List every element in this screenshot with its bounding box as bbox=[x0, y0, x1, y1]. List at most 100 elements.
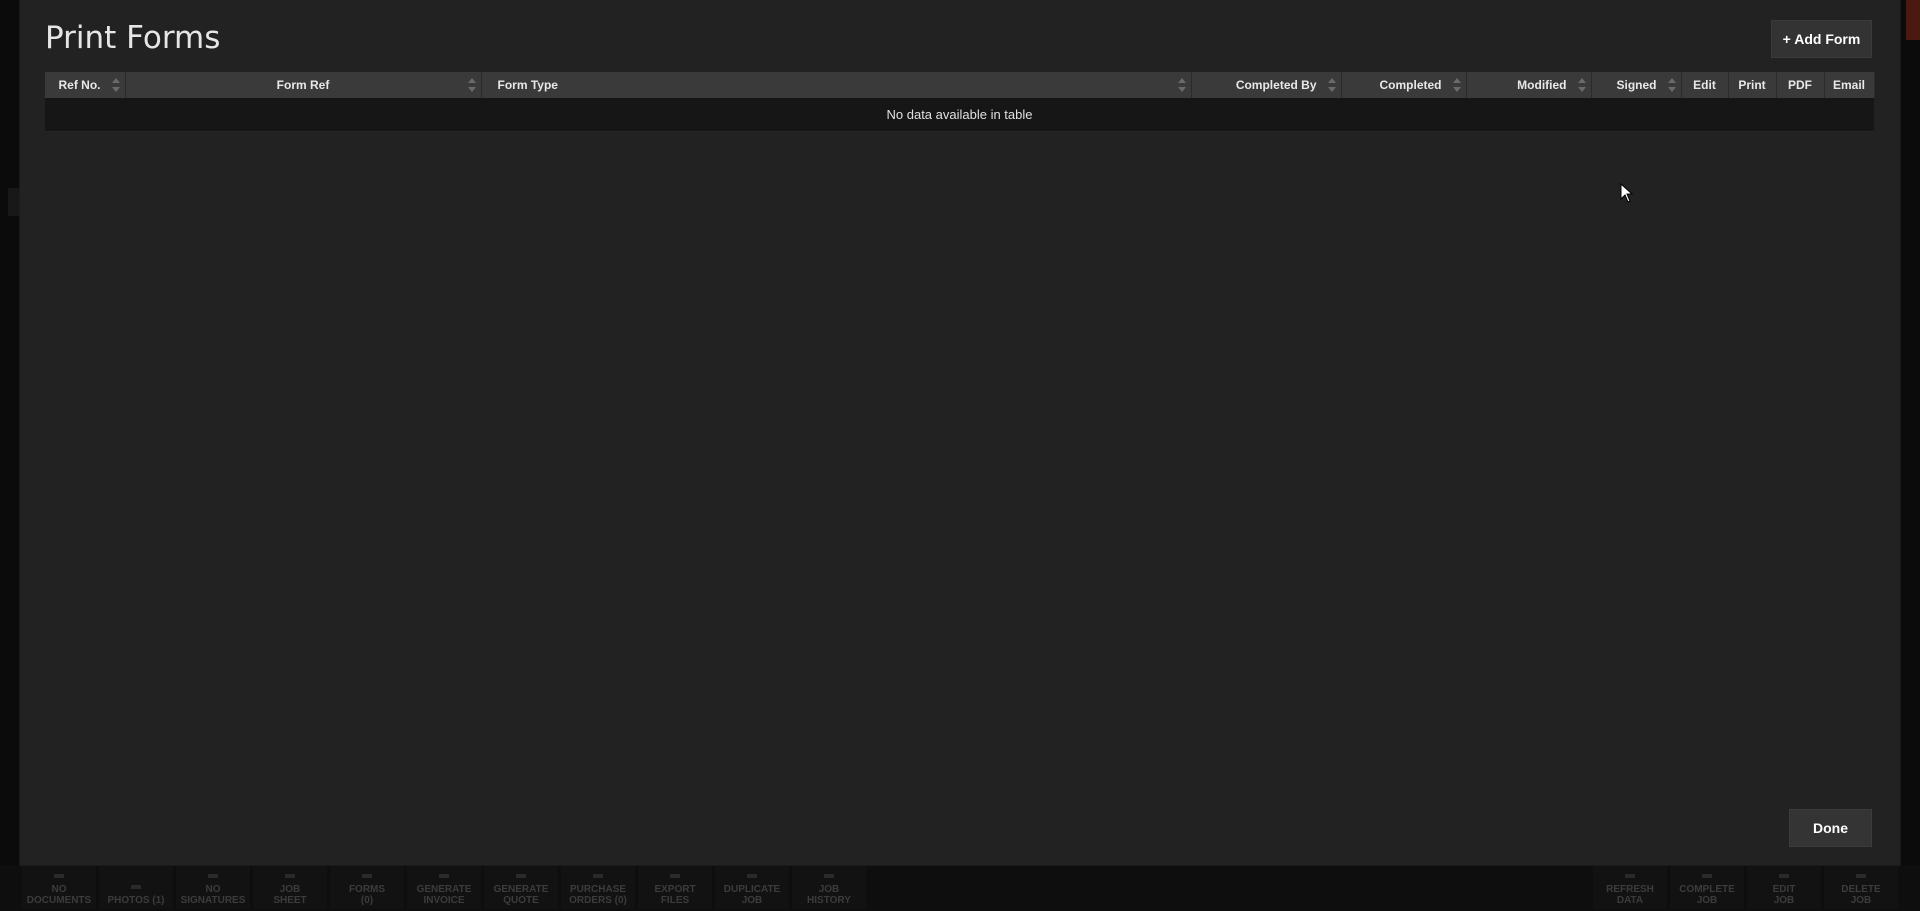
toolbar-icon bbox=[1625, 874, 1635, 878]
col-header-signed[interactable]: Signed bbox=[1591, 72, 1682, 98]
bottom-toolbar-button[interactable]: NO SIGNATURES bbox=[176, 865, 250, 909]
toolbar-icon bbox=[593, 874, 603, 878]
toolbar-label-line1: EDIT bbox=[1772, 884, 1796, 895]
toolbar-label-line2: JOB bbox=[1850, 895, 1872, 906]
mouse-cursor-icon bbox=[1620, 183, 1634, 203]
toolbar-label-line1: DUPLICATE bbox=[723, 884, 781, 895]
toolbar-label-line2: DOCUMENTS bbox=[26, 895, 92, 906]
toolbar-label-line2: QUOTE bbox=[503, 895, 539, 906]
bottom-toolbar-button[interactable]: JOB SHEET bbox=[253, 865, 327, 909]
bottom-toolbar-button[interactable]: PHOTOS (1) bbox=[99, 865, 173, 909]
toolbar-icon bbox=[285, 874, 295, 878]
forms-table: Ref No. Form Ref Form Type Completed By … bbox=[45, 72, 1875, 132]
add-form-button[interactable]: + Add Form bbox=[1771, 20, 1872, 58]
toolbar-icon bbox=[1779, 874, 1789, 878]
col-header-label: Ref No. bbox=[58, 78, 101, 92]
sort-icon bbox=[1452, 78, 1461, 92]
empty-table-message: No data available in table bbox=[45, 98, 1874, 132]
table-header: Ref No. Form Ref Form Type Completed By … bbox=[45, 72, 1875, 98]
toolbar-icon bbox=[439, 874, 449, 878]
col-header-label: PDF bbox=[1788, 78, 1812, 92]
sort-icon bbox=[1327, 78, 1336, 92]
col-header-label: Form Ref bbox=[276, 78, 330, 92]
toolbar-label-line1: EXPORT bbox=[654, 884, 696, 895]
bottom-toolbar-button[interactable]: JOB HISTORY bbox=[792, 865, 866, 909]
toolbar-label-line2: JOB bbox=[1773, 895, 1795, 906]
header-row: Ref No. Form Ref Form Type Completed By … bbox=[45, 72, 1875, 98]
sort-icon bbox=[1177, 78, 1186, 92]
col-header-label: Signed bbox=[1616, 78, 1657, 92]
bottom-toolbar-button[interactable]: GENERATE QUOTE bbox=[484, 865, 558, 909]
bottom-toolbar-button[interactable]: NO DOCUMENTS bbox=[22, 865, 96, 909]
toolbar-label-line2: ORDERS (0) bbox=[569, 895, 627, 906]
col-header-pdf: PDF bbox=[1776, 72, 1825, 98]
bottom-toolbar-button[interactable]: EDIT JOB bbox=[1747, 865, 1821, 909]
toolbar-label-line1: NO bbox=[51, 884, 67, 895]
toolbar-label-line2: JOB bbox=[741, 895, 763, 906]
bottom-toolbar-button[interactable]: REFRESH DATA bbox=[1593, 865, 1667, 909]
bottom-toolbar-button[interactable]: FORMS (0) bbox=[330, 865, 404, 909]
bottom-toolbar-button[interactable]: DUPLICATE JOB bbox=[715, 865, 789, 909]
toolbar-icon bbox=[747, 874, 757, 878]
toolbar-icon bbox=[362, 874, 372, 878]
toolbar-label-line1: DELETE bbox=[1841, 884, 1881, 895]
table-row-empty: No data available in table bbox=[45, 98, 1874, 132]
background-edge-accent bbox=[1906, 0, 1920, 40]
toolbar-label-line2: (0) bbox=[360, 895, 374, 906]
toolbar-icon bbox=[824, 874, 834, 878]
col-header-label: Form Type bbox=[497, 78, 558, 92]
toolbar-label-line1: FORMS bbox=[348, 884, 386, 895]
toolbar-label-line1: PHOTOS (1) bbox=[107, 895, 165, 906]
col-header-label: Email bbox=[1832, 78, 1865, 92]
toolbar-icon bbox=[208, 874, 218, 878]
done-button[interactable]: Done bbox=[1789, 809, 1872, 847]
col-header-label: Completed bbox=[1379, 78, 1442, 92]
sort-icon bbox=[1577, 78, 1586, 92]
toolbar-label-line2: JOB bbox=[1696, 895, 1718, 906]
toolbar-label-line2: INVOICE bbox=[423, 895, 465, 906]
toolbar-label-line1: NO bbox=[205, 884, 221, 895]
bottom-toolbar-button[interactable]: GENERATE INVOICE bbox=[407, 865, 481, 909]
toolbar-label-line2: HISTORY bbox=[807, 895, 851, 906]
col-header-label: Completed By bbox=[1235, 78, 1317, 92]
toolbar-label-line1: GENERATE bbox=[493, 884, 549, 895]
bottom-toolbar-button[interactable]: PURCHASE ORDERS (0) bbox=[561, 865, 635, 909]
toolbar-icon bbox=[1856, 874, 1866, 878]
col-header-modified[interactable]: Modified bbox=[1466, 72, 1592, 98]
toolbar-label-line1: PURCHASE bbox=[569, 884, 627, 895]
toolbar-icon bbox=[670, 874, 680, 878]
col-header-form-type[interactable]: Form Type bbox=[481, 72, 1192, 98]
bottom-toolbar-button[interactable]: DELETE JOB bbox=[1824, 865, 1898, 909]
table-body: No data available in table bbox=[45, 98, 1874, 132]
col-header-print: Print bbox=[1728, 72, 1777, 98]
col-header-completed[interactable]: Completed bbox=[1341, 72, 1467, 98]
toolbar-label-line2: FILES bbox=[660, 895, 690, 906]
col-header-label: Edit bbox=[1693, 78, 1716, 92]
bottom-toolbar-button[interactable]: EXPORT FILES bbox=[638, 865, 712, 909]
forms-table-wrapper: Ref No. Form Ref Form Type Completed By … bbox=[45, 72, 1875, 132]
toolbar-label-line1: GENERATE bbox=[416, 884, 472, 895]
bottom-toolbar-button[interactable]: COMPLETE JOB bbox=[1670, 865, 1744, 909]
sort-icon bbox=[467, 78, 476, 92]
print-forms-modal: Print Forms + Add Form Ref No. Form Ref bbox=[20, 0, 1900, 865]
col-header-completed-by[interactable]: Completed By bbox=[1191, 72, 1342, 98]
toolbar-label-line1: REFRESH bbox=[1606, 884, 1654, 895]
background-left-mark bbox=[8, 188, 20, 216]
col-header-ref-no[interactable]: Ref No. bbox=[45, 72, 126, 98]
col-header-label: Modified bbox=[1517, 78, 1567, 92]
toolbar-label-line2: SHEET bbox=[273, 895, 307, 906]
toolbar-icon bbox=[131, 885, 141, 889]
toolbar-icon bbox=[516, 874, 526, 878]
toolbar-label-line1: COMPLETE bbox=[1679, 884, 1735, 895]
toolbar-icon bbox=[1702, 874, 1712, 878]
toolbar-icon bbox=[54, 874, 64, 878]
modal-title: Print Forms bbox=[45, 20, 221, 56]
toolbar-label-line2: DATA bbox=[1616, 895, 1644, 906]
col-header-edit: Edit bbox=[1681, 72, 1729, 98]
sort-icon bbox=[1667, 78, 1676, 92]
toolbar-label-line1: JOB bbox=[818, 884, 840, 895]
col-header-form-ref[interactable]: Form Ref bbox=[125, 72, 482, 98]
toolbar-label-line1: JOB bbox=[279, 884, 301, 895]
sort-icon bbox=[111, 78, 120, 92]
toolbar-label-line2: SIGNATURES bbox=[180, 895, 246, 906]
